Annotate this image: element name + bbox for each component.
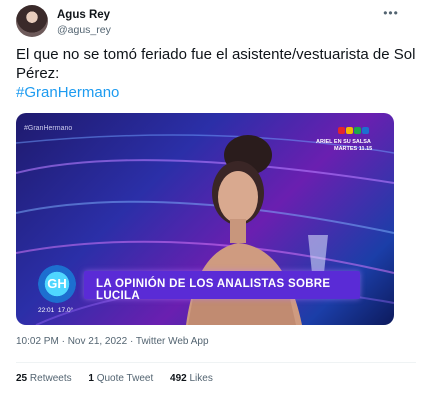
stats-divider [16, 362, 416, 363]
channel-logo-square-3 [354, 127, 361, 134]
author-handle[interactable]: @agus_rey [57, 24, 111, 36]
tweet-text: El que no se tomó feriado fue el asisten… [16, 45, 416, 102]
channel-logo-square-2 [346, 127, 353, 134]
likes-stat[interactable]: 492 Likes [170, 373, 213, 384]
quotes-stat[interactable]: 1 Quote Tweet [88, 373, 153, 384]
tweet-body: El que no se tomó feriado fue el asisten… [16, 46, 416, 82]
channel-logo-square-4 [362, 127, 369, 134]
quotes-count: 1 [88, 373, 94, 384]
more-options-button[interactable]: ••• [380, 5, 402, 21]
tweet-media-image[interactable]: #GranHermano ARIEL EN SU SALSA MARTES 11… [16, 113, 394, 325]
broadcast-temperature: 17.0° [57, 307, 74, 314]
retweets-count: 25 [16, 373, 28, 384]
tweet-card: Agus Rey @agus_rey ••• El que no se tomó… [0, 0, 432, 408]
retweets-stat[interactable]: 25 Retweets [16, 373, 72, 384]
likes-count: 492 [170, 373, 187, 384]
channel-logo [338, 121, 372, 135]
media-corner-tag: #GranHermano [24, 125, 73, 132]
tweet-stats: 25 Retweets 1 Quote Tweet 492 Likes [16, 373, 227, 384]
channel-logo-square-1 [338, 127, 345, 134]
promo-text-line2: MARTES 11.15 [334, 146, 373, 152]
likes-label: Likes [189, 373, 213, 384]
time-temperature: 22:01 17.0° [38, 307, 73, 314]
retweets-label: Retweets [29, 373, 72, 384]
tweet-timestamp[interactable]: 10:02 PM · Nov 21, 2022 · Twitter Web Ap… [16, 336, 209, 347]
hashtag-link[interactable]: #GranHermano [16, 84, 119, 101]
avatar[interactable] [16, 5, 48, 37]
lower-third-banner: LA OPINIÓN DE LOS ANALISTAS SOBRE LUCILA [84, 271, 360, 302]
broadcast-time: 22:01 [38, 307, 55, 314]
gran-hermano-logo: GH [38, 265, 76, 303]
author-display-name[interactable]: Agus Rey [57, 9, 110, 21]
quotes-label: Quote Tweet [96, 373, 154, 384]
lower-third-text: LA OPINIÓN DE LOS ANALISTAS SOBRE LUCILA [96, 278, 331, 302]
more-dots-icon: ••• [383, 6, 399, 20]
